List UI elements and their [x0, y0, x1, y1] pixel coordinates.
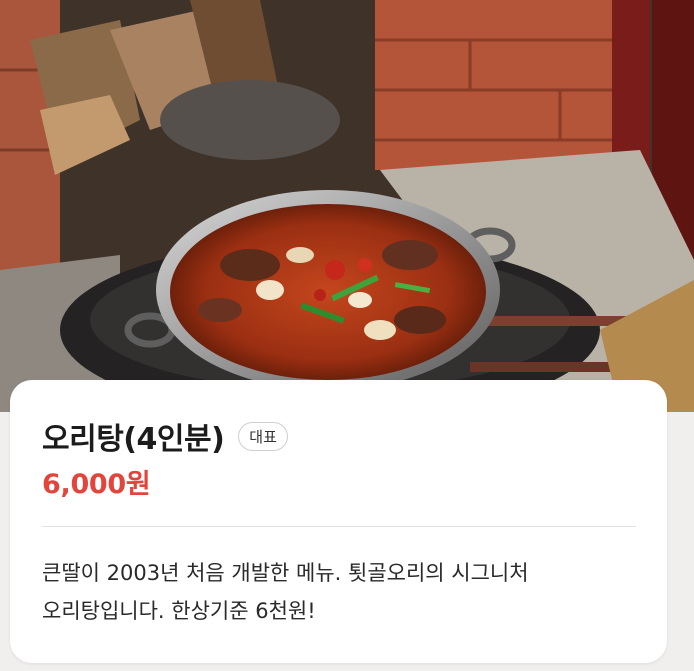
description-line: 큰딸이 2003년 처음 개발한 메뉴. 툇골오리의 시그니처: [42, 561, 529, 585]
menu-item-description: 큰딸이 2003년 처음 개발한 메뉴. 툇골오리의 시그니처 오리탕입니다. …: [42, 554, 642, 630]
menu-photo: [0, 0, 694, 412]
menu-item-name: 오리탕(4인분): [42, 422, 225, 457]
menu-item-card[interactable]: 오리탕(4인분) 대표 6,000원 큰딸이 2003년 처음 개발한 메뉴. …: [10, 380, 667, 663]
divider: [42, 526, 636, 527]
signature-badge: 대표: [238, 421, 288, 451]
title-row: 오리탕(4인분) 대표: [42, 414, 288, 458]
menu-item-price: 6,000원: [42, 469, 151, 500]
description-line: 오리탕입니다. 한상기준 6천원!: [42, 599, 316, 623]
